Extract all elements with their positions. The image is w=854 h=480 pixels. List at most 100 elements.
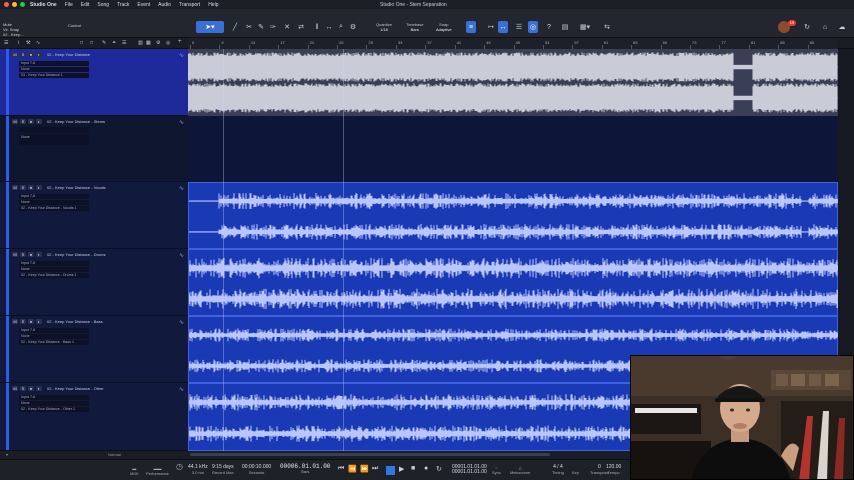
zoom-tool-icon[interactable]: ⌕ — [336, 21, 346, 33]
solo-button[interactable]: S — [20, 52, 26, 57]
track-menu-icon[interactable]: ☰ — [4, 40, 8, 46]
folder-icon[interactable]: □ — [80, 40, 83, 46]
track-lane[interactable] — [188, 49, 838, 116]
loop-icon[interactable]: ↻ — [436, 465, 442, 473]
timebase-selector[interactable]: Timebase Bars — [406, 22, 423, 32]
cloud-icon[interactable]: ☁ — [836, 21, 848, 33]
track-name[interactable]: 02 - Keep Your Distance - Stems — [47, 119, 105, 124]
track-header[interactable]: M S ● ◐ 02 - Keep Your Distance - Drums … — [0, 249, 188, 316]
follow-edit-button[interactable]: ↔ — [498, 21, 508, 33]
end-icon[interactable]: ⏭ — [372, 465, 378, 473]
info-icon[interactable]: i — [18, 40, 19, 46]
track-lane[interactable] — [188, 249, 838, 316]
playhead-line[interactable] — [343, 49, 344, 451]
settings-icon[interactable]: ⚙ — [156, 40, 160, 46]
timeline-ruler[interactable]: 5 9 13 17 21 25 29 33 37 41 45 49 53 57 61 65 69 73 77 81 85… — [188, 38, 838, 49]
tempo-display[interactable]: 120.00 Tempo — [606, 465, 621, 476]
return-to-zero-icon[interactable]: ⏮ — [338, 465, 344, 473]
autoscroll-icon[interactable]: ↦ — [486, 21, 496, 33]
zoom-window-button[interactable] — [20, 2, 25, 7]
close-window-button[interactable] — [4, 2, 9, 7]
solo-button[interactable]: S — [20, 319, 26, 324]
layout-menu-icon[interactable]: ▦▾ — [578, 21, 592, 33]
automation-toggle-icon[interactable]: ∿ — [179, 319, 184, 326]
fx-tool-icon[interactable]: ⚙ — [348, 21, 358, 33]
menu-song[interactable]: Song — [97, 2, 109, 8]
solo-button[interactable]: S — [20, 386, 26, 391]
midi-monitor[interactable]: ▬ MIDI — [130, 466, 138, 476]
mute-button[interactable]: M — [12, 252, 18, 257]
horizontal-scrollbar[interactable] — [190, 453, 550, 456]
seconds-display[interactable]: 00:00:10.000 Seconds — [242, 465, 271, 476]
listen-tool-icon[interactable]: ‖ — [312, 21, 322, 33]
quantize-selector[interactable]: Quantize 1/16 — [376, 22, 392, 32]
input-select[interactable] — [19, 127, 89, 132]
solo-button[interactable]: S — [20, 119, 26, 124]
mute-button[interactable]: M — [12, 185, 18, 190]
menu-edit[interactable]: Edit — [81, 2, 90, 8]
eraser-tool-icon[interactable]: ✎ — [256, 21, 266, 33]
key-display[interactable]: Key — [572, 470, 579, 475]
timing-display[interactable]: 4 / 4 Timing — [552, 465, 564, 476]
info-view-button[interactable]: ◎ — [528, 21, 538, 33]
collapse-icon[interactable]: □ — [90, 40, 93, 46]
mute-tool-icon[interactable]: ✕ — [282, 21, 292, 33]
monitor-button[interactable]: ◐ — [36, 185, 42, 190]
mute-button[interactable]: M — [12, 386, 18, 391]
home-icon[interactable]: ⌂ — [820, 21, 830, 33]
menu-track[interactable]: Track — [117, 2, 129, 8]
mute-button[interactable]: M — [12, 52, 18, 57]
nudge-tool-icon[interactable]: ↔ — [324, 21, 334, 33]
record-arm-button[interactable]: ● — [28, 185, 34, 190]
menu-file[interactable]: File — [65, 2, 73, 8]
locator-line[interactable] — [223, 49, 224, 451]
zoom-mode[interactable]: Normal — [108, 452, 121, 457]
menu-event[interactable]: Event — [137, 2, 150, 8]
sync-icon[interactable]: ↻ — [802, 21, 812, 33]
mute-button[interactable]: M — [12, 119, 18, 124]
track-name[interactable]: 02 - Keep Your Distance - Drums — [47, 252, 105, 257]
menu-help[interactable]: Help — [208, 2, 218, 8]
track-lane[interactable] — [188, 182, 838, 249]
snap-toggle-button[interactable]: ≡ — [466, 21, 476, 33]
track-lane[interactable] — [188, 116, 838, 182]
record-arm-button[interactable]: ● — [28, 319, 34, 324]
track-header[interactable]: M S ● ◐ 02 - Keep Your Distance - Other … — [0, 383, 188, 451]
record-arm-button[interactable]: ● — [28, 119, 34, 124]
track-name[interactable]: 02 - Keep Your Distance - Vocals — [47, 185, 105, 190]
help-icon[interactable]: ? — [544, 21, 554, 33]
monitor-button[interactable]: ◐ — [36, 252, 42, 257]
menu-transport[interactable]: Transport — [179, 2, 200, 8]
record-arm-button[interactable]: ● — [28, 252, 34, 257]
record-arm-button[interactable]: ● — [28, 386, 34, 391]
automation-icon[interactable]: ∿ — [36, 40, 40, 46]
rewind-icon[interactable]: ⏪ — [348, 465, 357, 473]
split-tool-icon[interactable]: ✂ — [244, 21, 254, 33]
pen-icon[interactable]: ✎ — [102, 40, 106, 46]
paint-tool-icon[interactable]: ✑ — [268, 21, 278, 33]
range-tool-icon[interactable]: ╱ — [230, 21, 240, 33]
minimize-window-button[interactable] — [12, 2, 17, 7]
wrench-icon[interactable]: ⚒ — [26, 40, 30, 46]
bars-display[interactable]: 00006.01.01.00 Bars — [280, 464, 330, 475]
monitor-button[interactable]: ◐ — [36, 319, 42, 324]
forward-icon[interactable]: ⏩ — [360, 465, 369, 473]
record-icon[interactable]: ● — [424, 465, 428, 472]
show-inspector-icon[interactable]: ⇆ — [602, 21, 612, 33]
metronome-toggle[interactable]: △ Metronome — [510, 465, 530, 475]
mixer-icon[interactable]: ▥ — [138, 40, 143, 46]
loop-range-display[interactable]: 00001.01.01.00 00001.01.01.00 — [452, 465, 487, 475]
menu-audio[interactable]: Audio — [158, 2, 171, 8]
automation-toggle-icon[interactable]: ∿ — [179, 119, 184, 126]
solo-button[interactable]: S — [20, 185, 26, 190]
automation-toggle-icon[interactable]: ∿ — [179, 252, 184, 259]
monitor-button[interactable]: ◐ — [36, 386, 42, 391]
globe-icon[interactable]: ◎ — [166, 40, 170, 46]
track-header[interactable]: M S ● ◐ 02 - Keep Your Distance - Vocals… — [0, 182, 188, 249]
solo-button[interactable]: S — [20, 252, 26, 257]
grid-view-icon[interactable]: ▦ — [146, 40, 151, 46]
sync-toggle[interactable]: ○ Sync — [492, 465, 501, 475]
menu-app[interactable]: Studio One — [30, 2, 57, 8]
automation-toggle-icon[interactable]: ∿ — [179, 185, 184, 192]
track-header[interactable]: M S ● ◐ 02 - Keep Your Distance ∿ Input … — [0, 49, 188, 116]
